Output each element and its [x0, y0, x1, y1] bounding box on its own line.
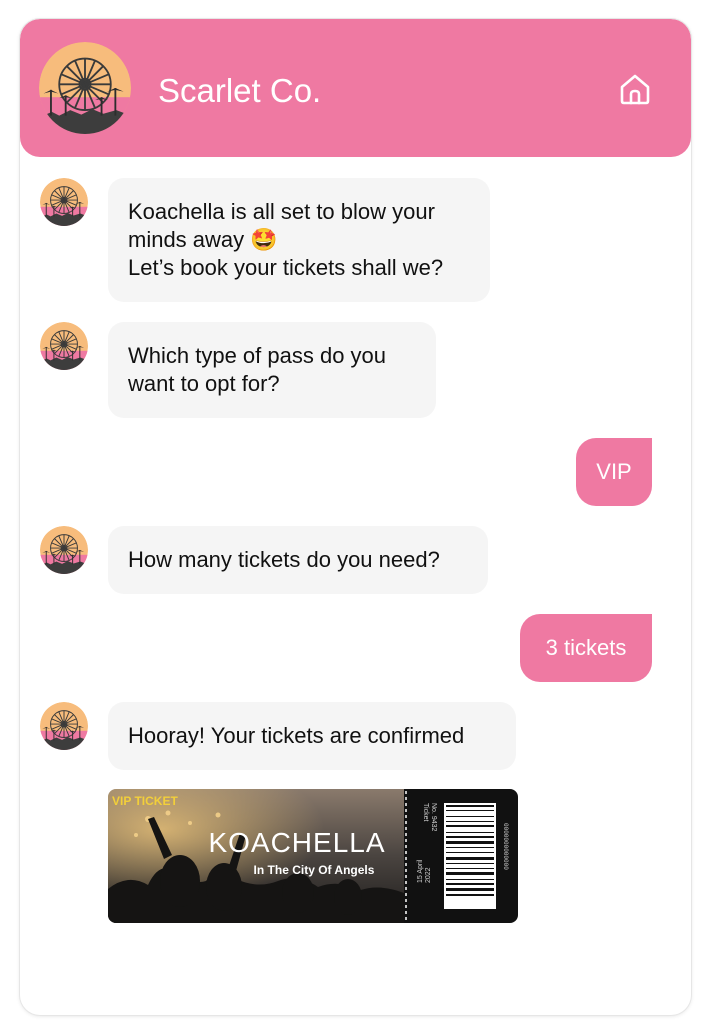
message-line: Which type of pass do you: [128, 343, 387, 368]
ticket-badge: VIP TICKET: [112, 794, 178, 808]
bot-message: How many tickets do you need?: [108, 526, 488, 594]
bot-message: Koachella is all set to blow your minds …: [108, 178, 490, 302]
ticket-number: No. 9432: [430, 803, 437, 832]
ticket-title: KOACHELLA: [208, 827, 385, 858]
user-message: 3 tickets: [520, 614, 652, 682]
ticket-year: 2022: [425, 867, 432, 883]
message-line: want to opt for?: [128, 371, 280, 396]
vip-ticket-card[interactable]: VIP TICKET KOACHELLA In The City Of Ange…: [108, 789, 518, 923]
brand-name: Scarlet Co.: [158, 72, 322, 109]
brand-avatar: [39, 42, 131, 134]
user-message: VIP: [576, 438, 652, 506]
ticket-subtitle: In The City Of Angels: [254, 863, 375, 877]
message-line: How many tickets do you need?: [128, 547, 440, 572]
bot-avatar: [40, 322, 88, 370]
bot-message: Which type of pass do you want to opt fo…: [108, 322, 436, 418]
message-line: Let’s book your tickets shall we?: [128, 255, 444, 280]
bot-avatar: [40, 702, 88, 750]
message-line: Hooray! Your tickets are confirmed: [128, 723, 465, 748]
bot-message: Hooray! Your tickets are confirmed: [108, 702, 516, 770]
bot-avatar: [40, 526, 88, 574]
bot-avatar: [40, 178, 88, 226]
chat-window: Scarlet Co. Koachella is all set to blow…: [20, 19, 691, 1015]
message-line: minds away 🤩: [128, 227, 278, 252]
ticket-date: 15 April: [417, 859, 424, 883]
message-line: Koachella is all set to blow your: [128, 199, 435, 224]
home-icon[interactable]: [618, 72, 652, 106]
chat-header: Scarlet Co.: [20, 19, 691, 157]
barcode-number: 0000000000000: [502, 823, 509, 870]
ticket-stub-label: Ticket: [422, 803, 429, 821]
barcode: [444, 803, 496, 909]
